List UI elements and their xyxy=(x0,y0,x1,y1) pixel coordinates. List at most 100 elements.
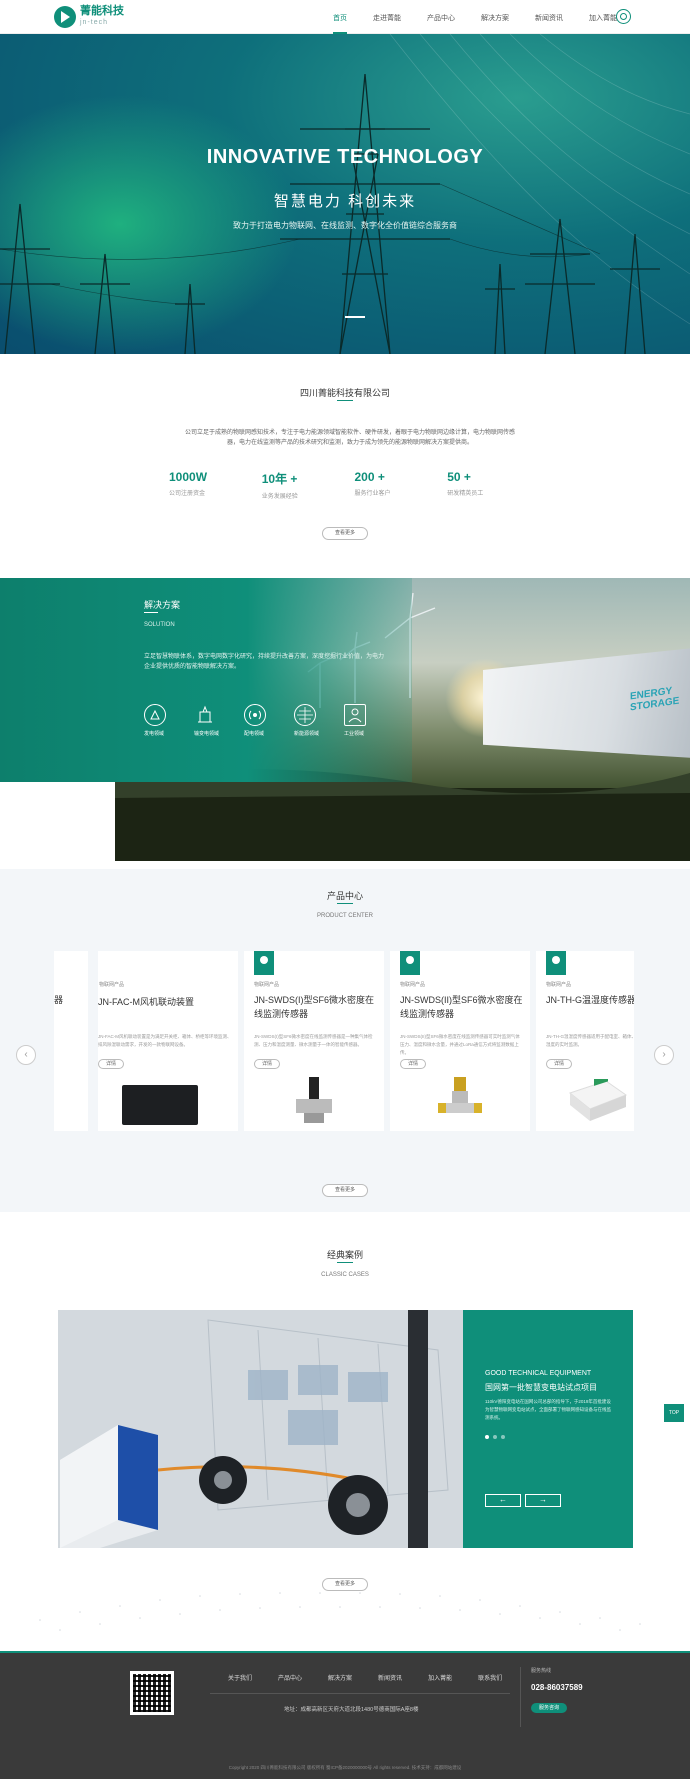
logo-icon xyxy=(54,6,76,28)
product-description: JN-FAC-M风机联动装置是为满足开关柜、箱体、桥柜等环境监测、排风除湿联动需… xyxy=(98,1034,232,1047)
case-dot[interactable] xyxy=(501,1435,505,1439)
about-text: 公司立足于成熟的物联网感知技术，专注于电力能源领域智能软件、硬件研发，着眼于电力… xyxy=(184,430,515,446)
product-card[interactable]: 物联网产品 JN-FAC-M风机联动装置 JN-FAC-M风机联动装置是为满足开… xyxy=(98,951,238,1131)
stat-value: 1000W xyxy=(169,470,208,484)
nav-item-solutions[interactable]: 解决方案 xyxy=(481,0,509,34)
product-badge-icon xyxy=(546,951,566,975)
case-next-button[interactable]: → xyxy=(525,1494,561,1507)
case-prev-button[interactable]: ← xyxy=(485,1494,521,1507)
footer-link-contact[interactable]: 联系我们 xyxy=(478,1673,502,1682)
consult-button[interactable]: 服务咨询 xyxy=(531,1703,567,1713)
product-badge-icon xyxy=(400,951,420,975)
product-category: 物联网产品 xyxy=(546,982,572,988)
stats-row: 1000W 公司注册资金 10年 + 业务发展经验 200 + 服务行业客户 5… xyxy=(160,470,540,500)
product-card[interactable]: 物联网产品 JN-SWDS(I)型SF6微水密度在线监测传感器 JN-SWDS(… xyxy=(244,951,384,1131)
solution-icons: 发电领域 输变电领域 配电领域 新能源领域 工业领域 xyxy=(144,704,394,737)
stat-value: 200 + xyxy=(354,470,385,484)
solution-item-power[interactable]: 发电领域 xyxy=(144,704,194,737)
footer-link-products[interactable]: 产品中心 xyxy=(278,1673,302,1682)
footer-nav: 关于我们 产品中心 解决方案 新闻资讯 加入菁能 联系我们 xyxy=(228,1673,528,1682)
carousel-prev-button[interactable]: ‹ xyxy=(16,1045,36,1065)
product-section: 产品中心 PRODUCT CENTER 器 物联网产品 JN-FAC-M风机联动… xyxy=(0,869,690,1212)
product-description: JN-TH-G温湿度传感器适用于配电室、箱体、柜体等环境中温湿度的实时监测。 xyxy=(546,1034,634,1047)
substation-icon xyxy=(194,704,216,726)
solution-description: 立足智慧物联体系，数字电网数字化研究，持续提升改善方案，深度挖掘行业价值，为电力… xyxy=(144,654,385,670)
banner-pagination[interactable] xyxy=(345,316,365,318)
site-footer: 关于我们 产品中心 解决方案 新闻资讯 加入菁能 联系我们 地址：成都高新区天府… xyxy=(0,1651,690,1779)
about-more-button[interactable]: 查看更多 xyxy=(322,527,368,540)
stat-value: 10年 + xyxy=(261,472,298,486)
cases-title: 经典案例 xyxy=(326,1250,363,1260)
forklift-battery-photo xyxy=(58,1310,463,1548)
solution-divider xyxy=(144,612,158,613)
products-subtitle: PRODUCT CENTER xyxy=(317,913,373,919)
about-title: 四川菁能科技有限公司 xyxy=(299,388,390,398)
site-header: 菁能科技 jn-tech 首页 走进菁能 产品中心 解决方案 新闻资讯 加入菁能 xyxy=(0,0,690,34)
product-category: 物联网产品 xyxy=(254,982,280,988)
footer-link-news[interactable]: 新闻资讯 xyxy=(378,1673,402,1682)
nav-item-join[interactable]: 加入菁能 xyxy=(589,0,617,34)
hotline-label: 服务热线 xyxy=(531,1668,552,1674)
logo-subtitle: jn-tech xyxy=(80,19,109,26)
product-card[interactable]: 物联网产品 JN-SWDS(II)型SF6微水密度在线监测传感器 JN-SWDS… xyxy=(390,951,530,1131)
footer-link-join[interactable]: 加入菁能 xyxy=(428,1673,452,1682)
solution-item-new-energy[interactable]: 新能源领域 xyxy=(294,704,344,737)
footer-address: 地址：成都高新区天府大道北段1480号德商国际A座8楼 xyxy=(284,1707,419,1713)
nav-item-products[interactable]: 产品中心 xyxy=(427,0,455,34)
nav-item-about[interactable]: 走进菁能 xyxy=(373,0,401,34)
nav-item-news[interactable]: 新闻资讯 xyxy=(535,0,563,34)
solution-subtitle: SOLUTION xyxy=(144,622,175,628)
footer-link-solutions[interactable]: 解决方案 xyxy=(328,1673,352,1682)
solution-item-distribution[interactable]: 配电领域 xyxy=(244,704,294,737)
product-name: JN-SWDS(I)型SF6微水密度在线监测传感器 xyxy=(254,995,374,1019)
logo[interactable]: 菁能科技 jn-tech xyxy=(54,4,124,30)
search-icon[interactable] xyxy=(616,9,631,24)
products-more-button[interactable]: 查看更多 xyxy=(322,1184,368,1197)
solution-icon-label: 新能源领域 xyxy=(294,731,320,737)
copyright: Copyright 2020 四川菁能科技有限公司 版权所有 蜀ICP备2020… xyxy=(228,1765,462,1770)
cases-more-button[interactable]: 查看更多 xyxy=(322,1578,368,1591)
product-detail-button[interactable]: 详情 xyxy=(98,1059,124,1069)
solution-item-substation[interactable]: 输变电领域 xyxy=(194,704,244,737)
case-pagination xyxy=(485,1435,509,1439)
solution-title: 解决方案 xyxy=(144,600,181,610)
nav-item-home[interactable]: 首页 xyxy=(333,0,347,34)
product-name: JN-TH-G温湿度传感器 xyxy=(546,995,634,1005)
stat-item: 10年 + 业务发展经验 xyxy=(262,470,355,500)
footer-vertical-divider xyxy=(520,1667,521,1727)
logo-title: 菁能科技 xyxy=(80,5,124,17)
footer-link-about[interactable]: 关于我们 xyxy=(228,1673,252,1682)
worker-icon xyxy=(344,704,366,726)
back-to-top-button[interactable]: TOP xyxy=(664,1404,684,1422)
globe-icon xyxy=(294,704,316,726)
stat-label: 业务发展经验 xyxy=(261,494,298,500)
product-name: JN-SWDS(II)型SF6微水密度在线监测传感器 xyxy=(400,995,523,1019)
case-title: 国网第一批智慧变电站试点项目 xyxy=(485,1383,597,1392)
logo-text: 菁能科技 jn-tech xyxy=(80,6,124,28)
product-detail-button[interactable]: 详情 xyxy=(400,1059,426,1069)
product-card[interactable]: 器 xyxy=(54,951,88,1131)
products-divider xyxy=(337,903,353,904)
signal-icon xyxy=(244,704,266,726)
product-category: 物联网产品 xyxy=(400,982,426,988)
qr-pattern xyxy=(133,1674,171,1712)
carousel-next-button[interactable]: › xyxy=(654,1045,674,1065)
hero-banner: INNOVATIVE TECHNOLOGY 智慧电力 科创未来 致力于打造电力物… xyxy=(0,34,690,354)
product-category: 物联网产品 xyxy=(99,982,125,988)
hotline-number: 028-86037589 xyxy=(531,1683,583,1692)
banner-description: 致力于打造电力物联网、在线监测、数字化全价值链综合服务商 xyxy=(233,221,457,230)
case-slider: GOOD TECHNICAL EQUIPMENT 国网第一批智慧变电站试点项目 … xyxy=(58,1310,633,1548)
cases-divider xyxy=(337,1262,353,1263)
products-title: 产品中心 xyxy=(326,891,363,901)
product-detail-button[interactable]: 详情 xyxy=(254,1059,280,1069)
solution-item-industry[interactable]: 工业领域 xyxy=(344,704,394,737)
case-dot[interactable] xyxy=(485,1435,489,1439)
product-detail-button[interactable]: 详情 xyxy=(546,1059,572,1069)
stat-label: 服务行业客户 xyxy=(354,491,391,497)
solution-icon-label: 发电领域 xyxy=(144,731,165,737)
product-card[interactable]: 物联网产品 JN-TH-G温湿度传感器 JN-TH-G温湿度传感器适用于配电室、… xyxy=(536,951,634,1131)
case-dot[interactable] xyxy=(493,1435,497,1439)
power-plant-icon xyxy=(144,704,166,726)
stat-label: 公司注册资金 xyxy=(169,491,206,497)
product-description: JN-SWDS(I)型SF6微水密度在线监测传感器是一种集气体检测、压力和温度测… xyxy=(254,1034,373,1047)
